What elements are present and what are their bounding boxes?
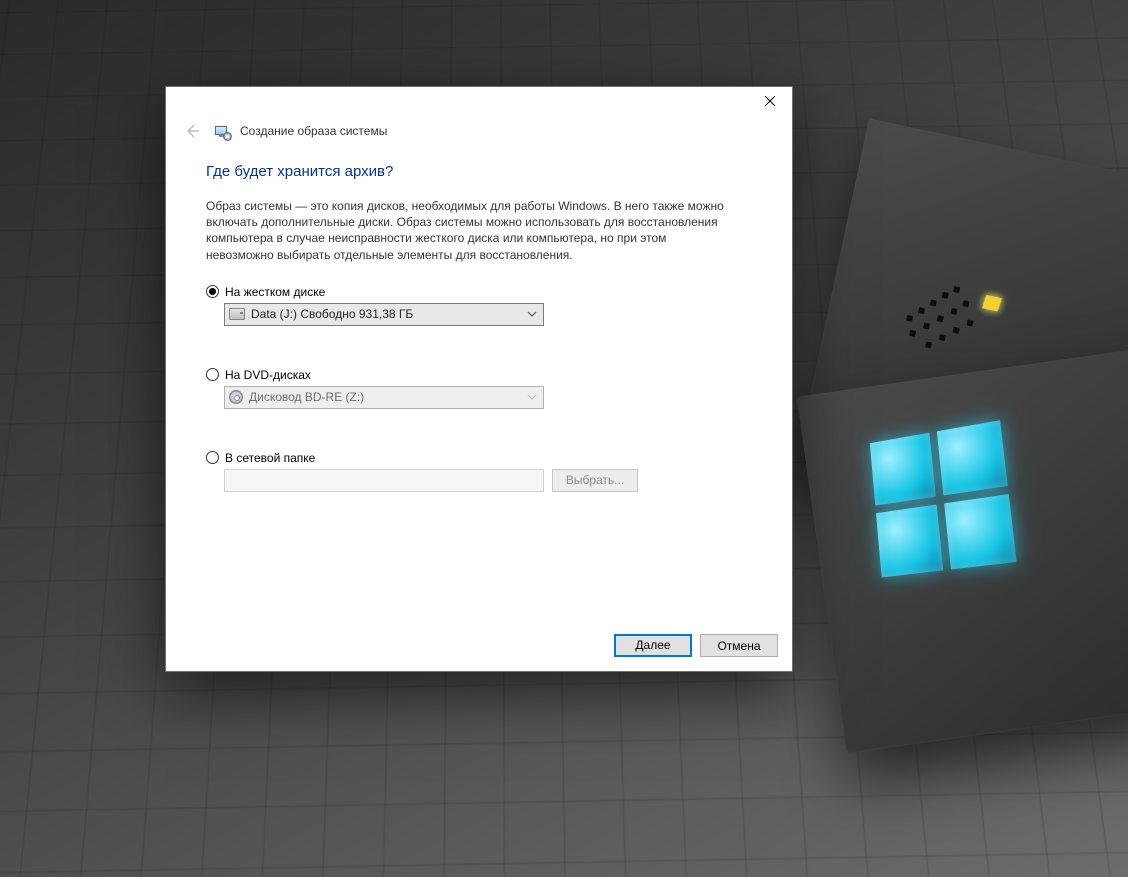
chevron-down-icon — [527, 387, 537, 408]
close-button[interactable] — [747, 87, 792, 115]
wizard-title: Создание образа системы — [240, 124, 387, 138]
windows-10-logo — [870, 420, 1017, 577]
radio-dvd[interactable] — [206, 368, 219, 381]
radio-network[interactable] — [206, 451, 219, 464]
desktop-wallpaper: Создание образа системы Где будет хранит… — [0, 0, 1128, 877]
browse-button: Выбрать... — [552, 469, 638, 492]
next-button[interactable]: Далее — [614, 634, 692, 657]
page-description: Образ системы — это копия дисков, необхо… — [206, 198, 726, 263]
back-arrow-icon — [183, 122, 201, 140]
back-button[interactable] — [180, 119, 204, 143]
radio-hard-disk-label[interactable]: На жестком диске — [225, 285, 325, 299]
cancel-button[interactable]: Отмена — [700, 634, 778, 657]
wizard-footer: Далее Отмена — [166, 624, 792, 671]
optical-drive-icon — [229, 390, 243, 404]
hard-disk-value: Data (J:) Свободно 931,38 ГБ — [251, 307, 413, 321]
option-network: В сетевой папке Выбрать... — [206, 451, 752, 492]
wizard-content: Где будет хранится архив? Образ системы … — [166, 153, 792, 624]
titlebar — [166, 87, 792, 117]
radio-dvd-label[interactable]: На DVD-дисках — [225, 368, 311, 382]
hard-drive-icon — [229, 308, 245, 320]
page-heading: Где будет хранится архив? — [206, 163, 752, 180]
close-icon — [765, 96, 775, 106]
network-path-input — [224, 469, 544, 492]
system-image-icon — [214, 123, 230, 139]
dvd-dropdown: Дисковод BD-RE (Z:) — [224, 386, 544, 409]
create-system-image-wizard: Создание образа системы Где будет хранит… — [165, 86, 793, 672]
option-hard-disk: На жестком диске Data (J:) Свободно 931,… — [206, 285, 752, 326]
windows-classic-logo — [890, 220, 1080, 410]
hard-disk-dropdown[interactable]: Data (J:) Свободно 931,38 ГБ — [224, 303, 544, 326]
dvd-value: Дисковод BD-RE (Z:) — [249, 390, 364, 404]
radio-network-label[interactable]: В сетевой папке — [225, 451, 315, 465]
radio-hard-disk[interactable] — [206, 285, 219, 298]
chevron-down-icon — [527, 304, 537, 325]
wizard-header: Создание образа системы — [166, 117, 792, 153]
option-dvd: На DVD-дисках Дисковод BD-RE (Z:) — [206, 368, 752, 409]
